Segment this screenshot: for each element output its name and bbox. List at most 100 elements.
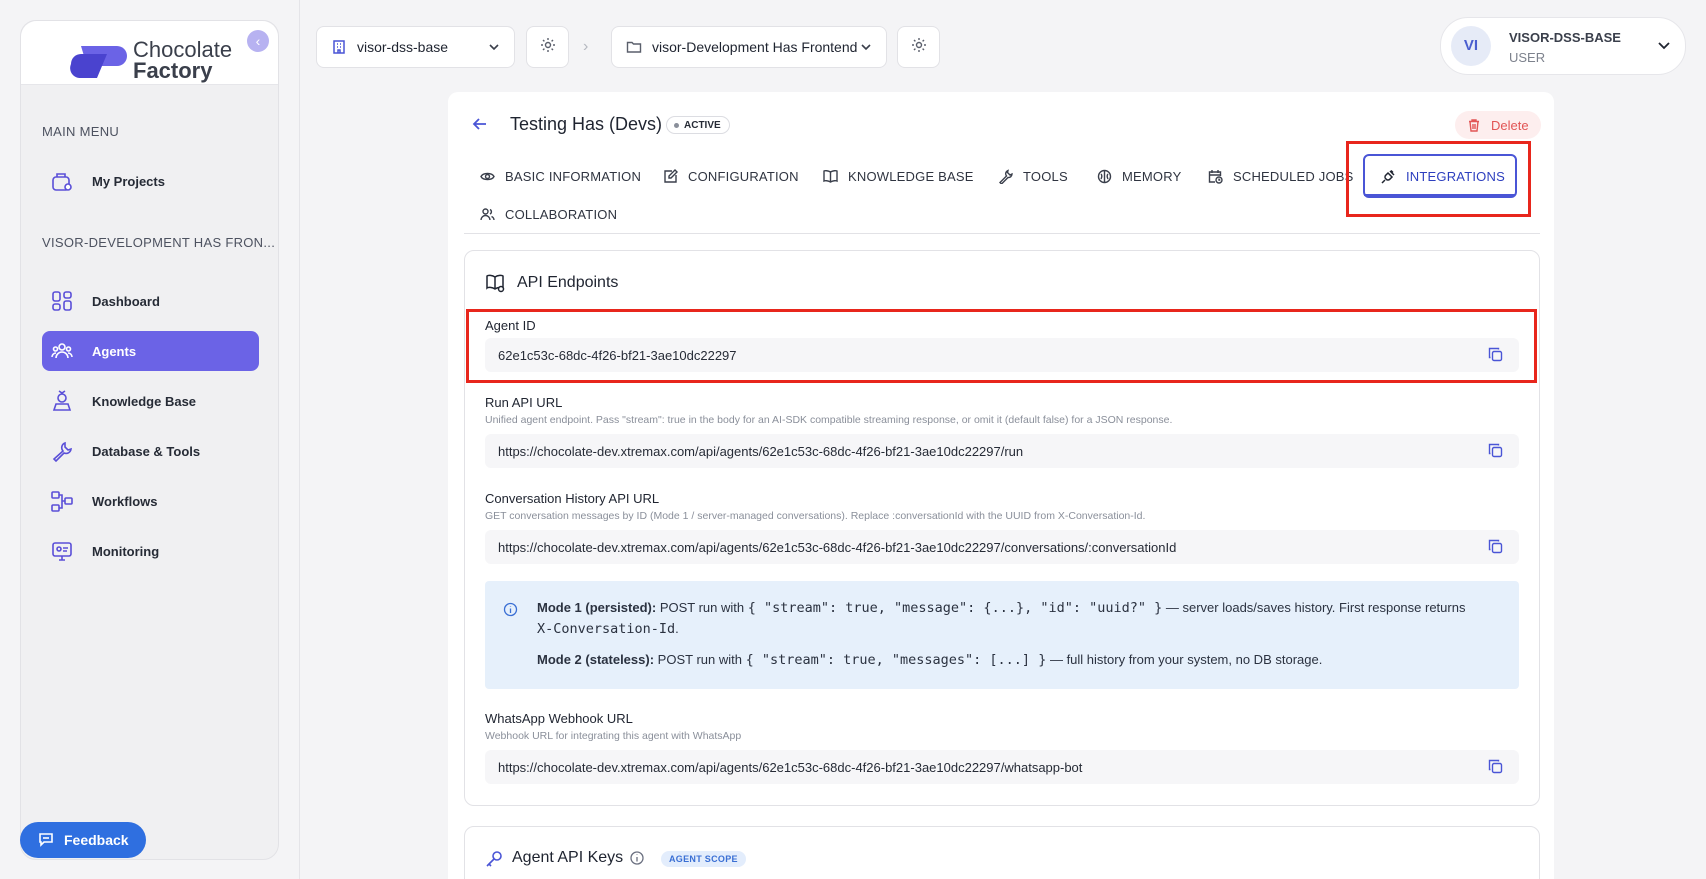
whatsapp-url-value[interactable]: https://chocolate-dev.xtremax.com/api/ag… <box>498 760 1082 775</box>
user-name: VISOR-DSS-BASE <box>1509 30 1621 45</box>
conversation-modes-info: Mode 1 (persisted): POST run with { "str… <box>485 581 1519 689</box>
chat-icon <box>38 831 54 850</box>
sidebar-collapse-button[interactable]: ‹ <box>247 30 269 52</box>
building-icon <box>331 39 347 55</box>
book-icon <box>823 169 838 184</box>
project-section-title: VISOR-DEVELOPMENT HAS FRON... <box>42 235 276 250</box>
users-icon <box>480 207 495 222</box>
tab-knowledge-base[interactable]: KNOWLEDGE BASE <box>823 161 974 191</box>
key-icon <box>485 850 503 873</box>
avatar: VI <box>1451 26 1491 66</box>
tab-tools[interactable]: TOOLS <box>998 161 1068 191</box>
trash-icon <box>1467 118 1481 132</box>
mode-2-suffix: — full history from your system, no DB s… <box>1049 652 1323 667</box>
organization-settings-button[interactable] <box>526 26 569 68</box>
history-url-help: GET conversation messages by ID (Mode 1 … <box>485 510 1146 522</box>
tab-memory[interactable]: MEMORY <box>1097 161 1181 191</box>
gear-icon <box>911 37 927 58</box>
sidebar-item-database-tools[interactable]: Database & Tools <box>42 431 259 471</box>
info-icon <box>503 602 518 622</box>
api-endpoints-title: API Endpoints <box>517 274 619 291</box>
whatsapp-url-help: Webhook URL for integrating this agent w… <box>485 730 742 742</box>
status-badge: ACTIVE <box>666 116 730 134</box>
mode-1-description: Mode 1 (persisted): POST run with { "str… <box>537 600 1465 616</box>
agent-api-keys-title: Agent API Keys <box>512 849 624 866</box>
sidebar-item-my-projects[interactable]: My Projects <box>42 161 259 201</box>
scope-badge: AGENT SCOPE <box>661 851 746 867</box>
wrench-icon <box>50 439 74 463</box>
workflow-icon <box>50 489 74 513</box>
monitor-icon <box>50 539 74 563</box>
whatsapp-url-field[interactable]: https://chocolate-dev.xtremax.com/api/ag… <box>485 750 1519 784</box>
sidebar-item-knowledge-base[interactable]: Knowledge Base <box>42 381 259 421</box>
sidebar-item-label: My Projects <box>92 173 165 189</box>
delete-button[interactable]: Delete <box>1455 111 1541 139</box>
sidebar-item-label: Agents <box>92 343 137 359</box>
sidebar-item-label: Monitoring <box>92 543 160 559</box>
arrow-left-icon <box>472 118 486 130</box>
tab-label: CONFIGURATION <box>688 168 799 184</box>
chevron-down-icon <box>1657 38 1671 57</box>
project-selector[interactable]: visor-Development Has Frontend <box>611 26 887 68</box>
sidebar-item-label: Database & Tools <box>92 443 201 459</box>
sidebar-item-monitoring[interactable]: Monitoring <box>42 531 259 571</box>
user-menu[interactable]: VI VISOR-DSS-BASE USER <box>1440 17 1686 75</box>
dashboard-icon <box>50 289 74 313</box>
history-url-label: Conversation History API URL <box>485 491 660 506</box>
organization-selector[interactable]: visor-dss-base <box>316 26 515 68</box>
tab-basic-information[interactable]: BASIC INFORMATION <box>480 161 641 191</box>
mode-1-label: Mode 1 (persisted): <box>537 600 657 615</box>
user-role: USER <box>1509 50 1546 65</box>
tab-configuration[interactable]: CONFIGURATION <box>663 161 799 191</box>
chevron-down-icon <box>860 41 872 53</box>
tab-collaboration[interactable]: COLLABORATION <box>480 199 617 229</box>
integrations-tab-highlight <box>1346 141 1531 217</box>
mode-1-prefix: POST run with <box>659 600 745 615</box>
history-url-value[interactable]: https://chocolate-dev.xtremax.com/api/ag… <box>498 540 1176 555</box>
eye-icon <box>480 169 495 184</box>
run-url-help: Unified agent endpoint. Pass "stream": t… <box>485 414 1173 426</box>
logo[interactable]: Chocolate Factory <box>21 21 278 85</box>
tab-label: COLLABORATION <box>505 206 618 222</box>
info-icon[interactable] <box>630 851 644 870</box>
run-url-value[interactable]: https://chocolate-dev.xtremax.com/api/ag… <box>498 444 1023 459</box>
knowledge-base-icon <box>50 389 74 413</box>
chevron-down-icon <box>488 41 500 53</box>
tab-label: MEMORY <box>1122 168 1182 184</box>
copy-icon[interactable] <box>1488 759 1503 774</box>
tabs-divider <box>464 233 1540 234</box>
mode-1-suffix: — server loads/saves history. First resp… <box>1165 600 1466 615</box>
tab-label: SCHEDULED JOBS <box>1233 168 1354 184</box>
edit-icon <box>663 168 678 184</box>
tab-label: TOOLS <box>1023 168 1068 184</box>
sidebar-item-dashboard[interactable]: Dashboard <box>42 281 259 321</box>
calendar-clock-icon <box>1208 169 1223 184</box>
breadcrumb-separator-icon: › <box>583 38 589 55</box>
run-url-label: Run API URL <box>485 395 563 410</box>
back-button[interactable] <box>471 115 489 138</box>
feedback-button[interactable]: Feedback <box>20 822 146 858</box>
page-title: Testing Has (Devs) <box>510 114 663 134</box>
feedback-label: Feedback <box>64 832 129 848</box>
mode-2-description: Mode 2 (stateless): POST run with { "str… <box>537 652 1322 668</box>
copy-icon[interactable] <box>1488 443 1503 458</box>
main-menu-title: MAIN MENU <box>42 124 120 139</box>
history-url-field[interactable]: https://chocolate-dev.xtremax.com/api/ag… <box>485 530 1519 564</box>
sidebar-item-label: Workflows <box>92 493 158 509</box>
chevron-left-icon: ‹ <box>255 33 261 49</box>
tools-icon <box>998 168 1013 184</box>
agents-icon <box>50 339 74 363</box>
sidebar-item-workflows[interactable]: Workflows <box>42 481 259 521</box>
tab-scheduled-jobs[interactable]: SCHEDULED JOBS <box>1208 161 1354 191</box>
agent-id-highlight <box>466 309 1537 383</box>
gear-icon <box>540 37 556 58</box>
copy-icon[interactable] <box>1488 539 1503 554</box>
mode-1-code: { "stream": true, "message": {...}, "id"… <box>747 600 1163 616</box>
sidebar: Chocolate Factory MAIN MENU My Projects … <box>20 20 279 860</box>
run-url-field[interactable]: https://chocolate-dev.xtremax.com/api/ag… <box>485 434 1519 468</box>
sidebar-item-label: Knowledge Base <box>92 393 197 409</box>
project-settings-button[interactable] <box>897 26 940 68</box>
mode-1-header-line: X-Conversation-Id. <box>537 621 679 637</box>
tab-label: KNOWLEDGE BASE <box>848 168 974 184</box>
sidebar-item-agents[interactable]: Agents <box>42 331 259 371</box>
